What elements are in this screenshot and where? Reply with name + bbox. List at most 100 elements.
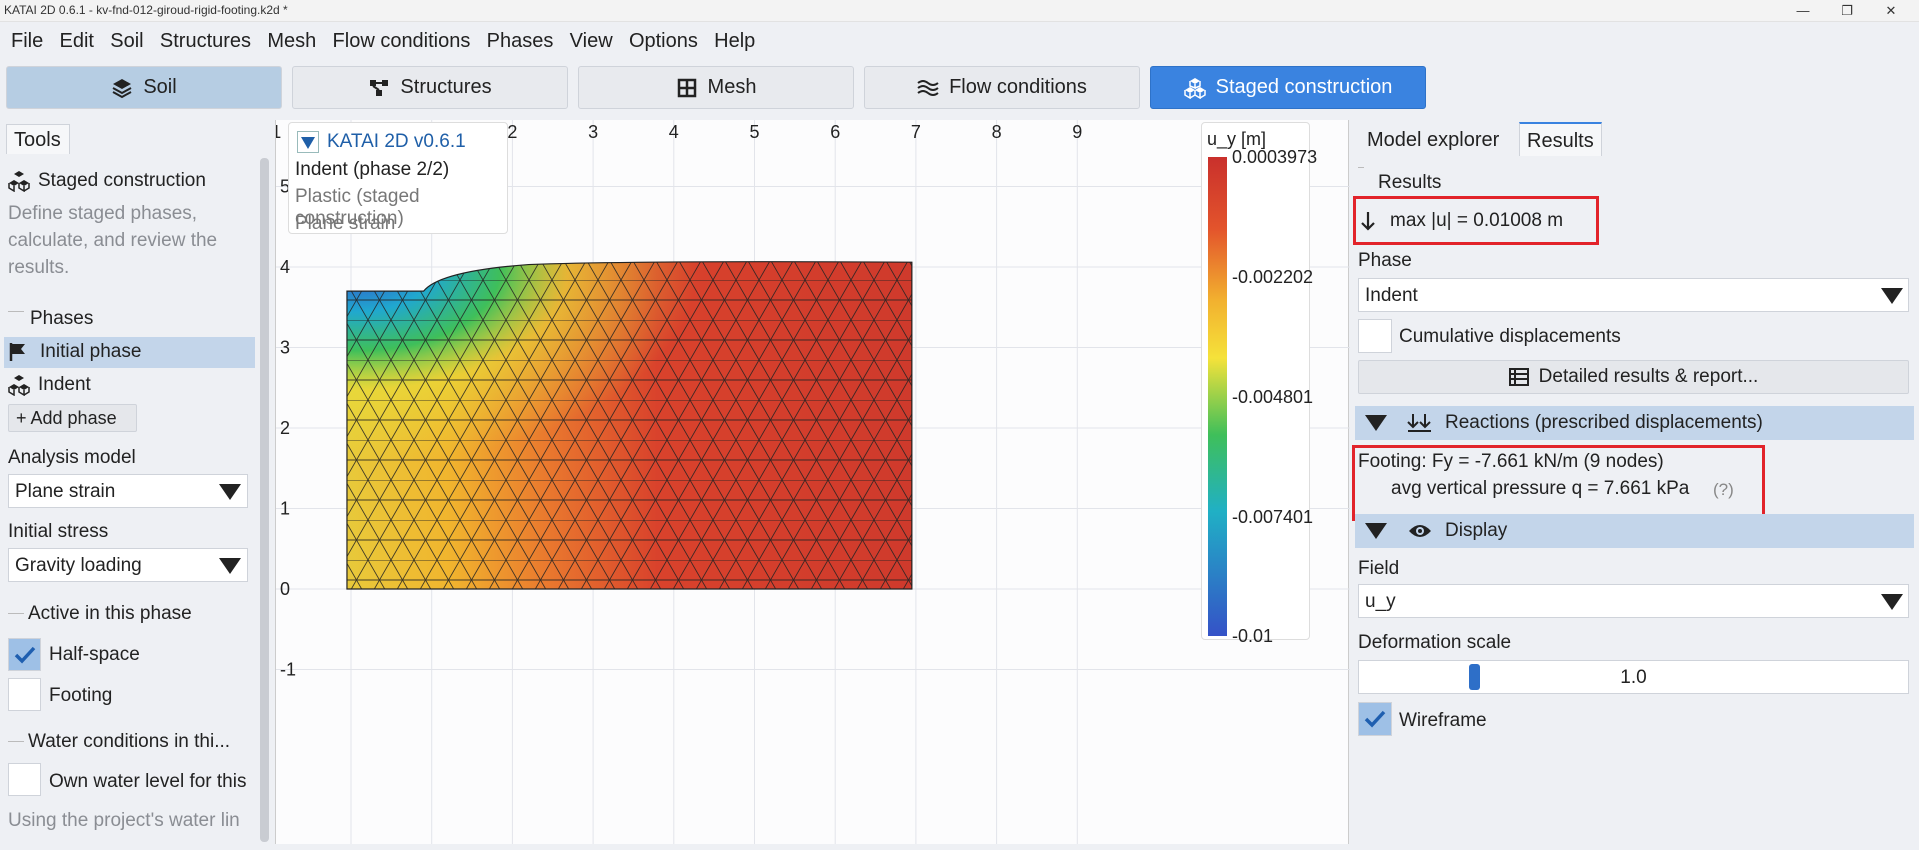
tab-staged-construction[interactable]: Staged construction — [1150, 66, 1426, 109]
divider — [1358, 167, 1364, 168]
own-water-checkbox[interactable] — [8, 763, 41, 796]
phase-initial[interactable]: Initial phase — [8, 341, 141, 363]
footing-label: Footing — [49, 685, 113, 706]
collapse-icon[interactable] — [297, 131, 319, 153]
phase-indent-label: Indent — [38, 374, 91, 395]
phase-select[interactable]: Indent — [1358, 278, 1909, 312]
arrow-down-icon — [1361, 212, 1375, 231]
chevron-down-icon — [1881, 594, 1903, 610]
field-select-value: u_y — [1365, 591, 1396, 612]
analysis-model-label: Analysis model — [8, 447, 136, 468]
menu-mesh[interactable]: Mesh — [267, 24, 316, 58]
phases-label: Phases — [30, 308, 94, 329]
footing-reaction: Footing: Fy = -7.661 kN/m (9 nodes) — [1358, 451, 1664, 472]
tab-structures-label: Structures — [400, 76, 492, 98]
minimize-button[interactable]: — — [1781, 0, 1825, 22]
info-overlay-header[interactable]: KATAI 2D v0.6.1 — [297, 131, 466, 153]
avg-pressure: avg vertical pressure q = 7.661 kPa — [1391, 478, 1690, 499]
tools-heading: Staged construction — [8, 170, 206, 192]
collapse-triangle-icon — [1365, 523, 1387, 539]
y-tick-label: 3 — [280, 338, 290, 358]
tools-scrollbar[interactable] — [260, 158, 269, 842]
display-section-header[interactable]: Display — [1355, 514, 1914, 548]
tab-model-explorer[interactable]: Model explorer — [1359, 122, 1508, 156]
water-icon — [917, 79, 939, 96]
slider-handle[interactable] — [1469, 664, 1480, 690]
mode-tabs: Soil Structures Mesh Flow conditions Sta… — [0, 66, 1919, 110]
x-tick-label: 4 — [669, 122, 679, 142]
grid-icon — [677, 78, 696, 97]
x-tick-label: 8 — [992, 122, 1002, 142]
legend-min: -0.01 — [1232, 626, 1274, 646]
initial-stress-label: Initial stress — [8, 521, 109, 542]
half-space-checkbox[interactable] — [8, 638, 41, 671]
menu-edit[interactable]: Edit — [60, 24, 94, 58]
eye-icon — [1409, 525, 1431, 537]
model-viewport[interactable]: -10123456789543210-1 KATAI 2D v0.6.1 Ind… — [265, 120, 1350, 844]
tab-flow-conditions[interactable]: Flow conditions — [864, 66, 1140, 109]
cubes-icon — [1183, 77, 1206, 99]
maximize-button[interactable]: ❐ — [1825, 0, 1869, 22]
chevron-down-icon — [219, 558, 241, 574]
double-arrow-down-icon — [1407, 414, 1431, 432]
add-phase-button[interactable]: + Add phase — [8, 404, 137, 432]
field-select[interactable]: u_y — [1358, 584, 1909, 618]
project-water-note: Using the project's water lin — [8, 810, 240, 831]
tab-soil[interactable]: Soil — [6, 66, 282, 109]
tab-results[interactable]: Results — [1519, 122, 1602, 156]
initial-stress-select[interactable]: Gravity loading — [8, 548, 248, 582]
tab-structures[interactable]: Structures — [292, 66, 568, 109]
menu-phases[interactable]: Phases — [487, 24, 554, 58]
results-panel: Model explorer Results Results max |u| =… — [1350, 120, 1919, 844]
check-icon — [14, 646, 36, 664]
mesh-domain[interactable] — [346, 259, 913, 590]
cubes-icon — [8, 171, 30, 192]
detailed-results-label: Detailed results & report... — [1538, 366, 1759, 387]
active-in-phase-label: Active in this phase — [28, 603, 192, 624]
x-tick-label: 9 — [1072, 122, 1082, 142]
detailed-results-button[interactable]: Detailed results & report... — [1358, 360, 1909, 394]
max-displacement: max |u| = 0.01008 m — [1360, 210, 1563, 232]
y-tick-label: 4 — [280, 257, 290, 277]
tools-tab[interactable]: Tools — [6, 124, 70, 154]
layers-icon — [112, 78, 132, 98]
menu-soil[interactable]: Soil — [110, 24, 143, 58]
chevron-down-icon — [1881, 288, 1903, 304]
reactions-label: Reactions (prescribed displacements) — [1445, 412, 1763, 433]
y-tick-label: 1 — [280, 499, 290, 519]
tab-soil-label: Soil — [143, 76, 177, 98]
help-icon[interactable]: (?) — [1713, 480, 1734, 500]
deformation-scale-label: Deformation scale — [1358, 632, 1512, 653]
initial-stress-value: Gravity loading — [15, 555, 142, 576]
close-button[interactable]: ✕ — [1869, 0, 1913, 22]
deformation-scale-slider[interactable]: 1.0 — [1358, 660, 1909, 694]
menu-file[interactable]: File — [11, 24, 43, 58]
menu-flow-conditions[interactable]: Flow conditions — [333, 24, 471, 58]
x-tick-label: 5 — [750, 122, 760, 142]
cumulative-checkbox[interactable] — [1358, 319, 1392, 353]
menu-options[interactable]: Options — [629, 24, 698, 58]
reactions-section-header[interactable]: Reactions (prescribed displacements) — [1355, 406, 1914, 440]
deformation-scale-value: 1.0 — [1620, 667, 1647, 688]
menu-view[interactable]: View — [570, 24, 613, 58]
tools-heading-label: Staged construction — [38, 170, 206, 191]
own-water-label: Own water level for this — [49, 771, 247, 792]
y-tick-label: 0 — [280, 579, 290, 599]
menu-structures[interactable]: Structures — [160, 24, 251, 58]
tools-desc-2: calculate, and review the — [8, 230, 218, 251]
tools-panel: Tools Staged construction Define staged … — [0, 120, 275, 844]
legend-tick-2: -0.004801 — [1232, 387, 1314, 407]
table-icon — [1508, 368, 1529, 386]
info-overlay: KATAI 2D v0.6.1 Indent (phase 2/2) Plast… — [288, 122, 508, 234]
tab-mesh[interactable]: Mesh — [578, 66, 854, 109]
overlay-title: KATAI 2D v0.6.1 — [327, 131, 466, 152]
footing-checkbox[interactable] — [8, 678, 41, 711]
phase-indent[interactable]: Indent — [8, 374, 91, 396]
display-label: Display — [1445, 520, 1508, 541]
menu-help[interactable]: Help — [714, 24, 755, 58]
overlay-phase: Indent (phase 2/2) — [295, 159, 450, 180]
tools-desc-1: Define staged phases, — [8, 203, 198, 224]
wireframe-checkbox[interactable] — [1358, 702, 1392, 736]
divider — [8, 613, 24, 614]
analysis-model-select[interactable]: Plane strain — [8, 474, 248, 508]
